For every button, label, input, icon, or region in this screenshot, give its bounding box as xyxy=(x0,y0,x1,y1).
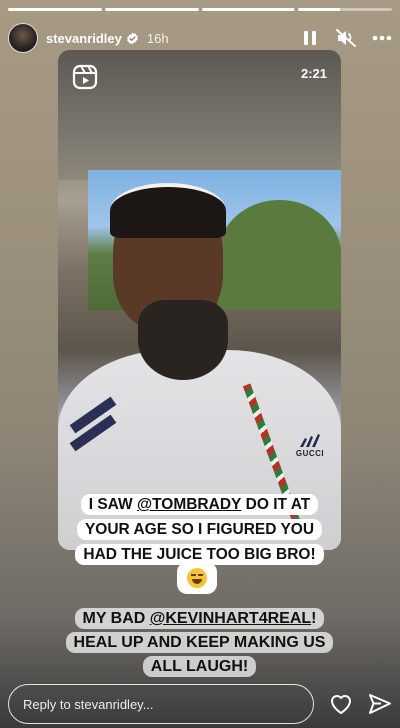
story-footer xyxy=(8,684,392,724)
time-ago: 16h xyxy=(146,30,169,46)
video-person-hair xyxy=(110,183,226,238)
progress-segment-4 xyxy=(298,8,392,11)
caption-bottom: My bad @kevinhart4real! Heal up and keep… xyxy=(62,607,337,679)
more-icon[interactable] xyxy=(372,28,392,48)
video-person-beard xyxy=(138,300,228,380)
caption-bottom-pre: My bad xyxy=(82,610,150,627)
story-progress xyxy=(8,8,392,11)
video-duration: 2:21 xyxy=(300,66,327,81)
heart-icon[interactable] xyxy=(328,691,353,717)
mention-kevinhart4real[interactable]: @kevinhart4real xyxy=(150,610,311,627)
mention-tombrady[interactable]: @TomBrady xyxy=(137,496,241,513)
hoodie-brand-text: GUCCI xyxy=(295,449,325,458)
hoodie-logo: GUCCI xyxy=(290,433,330,463)
progress-segment-3 xyxy=(201,8,296,11)
progress-segment-2 xyxy=(104,8,199,11)
laughing-emoji-icon xyxy=(177,562,217,594)
caption-top: I saw @TomBrady do it at your age so I f… xyxy=(67,492,332,567)
reel-video[interactable]: GUCCI 2:21 xyxy=(58,50,341,550)
send-icon[interactable] xyxy=(367,691,392,717)
mute-icon[interactable] xyxy=(336,28,356,48)
reels-icon xyxy=(72,64,98,90)
pause-icon[interactable] xyxy=(300,28,320,48)
reply-input[interactable] xyxy=(8,684,314,724)
video-ceiling xyxy=(58,50,341,180)
avatar[interactable] xyxy=(8,23,38,53)
caption-top-pre: I saw xyxy=(88,496,137,513)
video-mountain xyxy=(218,200,341,310)
progress-segment-1 xyxy=(8,8,102,11)
username[interactable]: stevanridley xyxy=(46,31,122,46)
verified-badge-icon xyxy=(126,32,139,45)
